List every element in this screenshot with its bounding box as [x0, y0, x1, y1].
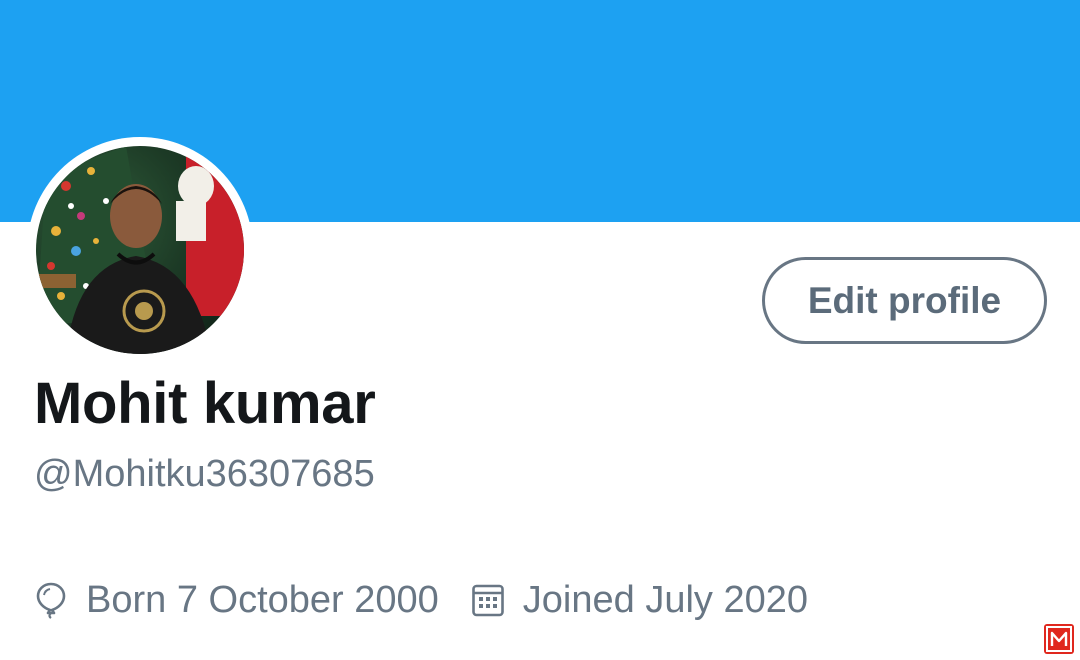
- edit-profile-button[interactable]: Edit profile: [762, 257, 1047, 344]
- calendar-icon: [471, 581, 505, 619]
- joined-text: Joined July 2020: [522, 578, 808, 621]
- birthday-item: Born 7 October 2000: [34, 579, 439, 622]
- avatar-photo: [36, 146, 244, 354]
- profile-avatar[interactable]: [27, 137, 253, 363]
- joined-item: Joined July 2020: [471, 579, 808, 622]
- display-name: Mohit kumar: [34, 371, 376, 436]
- birthday-text: Born 7 October 2000: [86, 578, 439, 621]
- logo-icon: [1044, 624, 1074, 654]
- profile-meta: Born 7 October 2000 Joined July 2020: [34, 577, 808, 623]
- user-handle: @Mohitku36307685: [34, 453, 375, 495]
- balloon-icon: [34, 581, 68, 619]
